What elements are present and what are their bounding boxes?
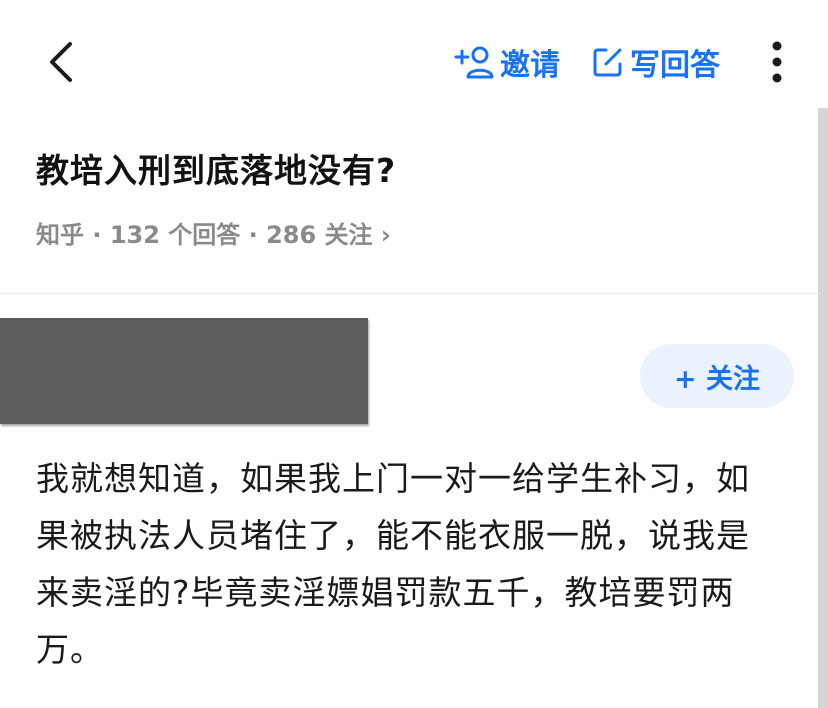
follow-button[interactable]: + 关注 [640, 344, 794, 408]
divider [0, 293, 820, 294]
chevron-left-icon [50, 42, 72, 82]
question-title[interactable]: 教培入刑到底落地没有? [36, 144, 396, 192]
edit-icon [593, 48, 622, 77]
top-bar: 邀请 写回答 [0, 0, 828, 120]
add-user-icon [454, 46, 494, 79]
write-answer-button[interactable]: 写回答 [592, 40, 720, 84]
redacted-author-info [0, 318, 368, 424]
more-options-button[interactable] [760, 38, 794, 86]
invite-button[interactable]: 邀请 [454, 40, 560, 84]
question-meta-link[interactable]: 知乎 · 132 个回答 · 286 关注 › [36, 215, 391, 250]
scrollbar[interactable] [818, 108, 828, 708]
invite-label: 邀请 [500, 48, 560, 83]
write-answer-label: 写回答 [630, 48, 720, 83]
more-vertical-icon [772, 41, 782, 83]
answer-body[interactable]: 我就想知道，如果我上门一对一给学生补习，如果被执法人员堵住了，能不能衣服一脱，说… [36, 450, 776, 678]
back-button[interactable] [40, 38, 84, 86]
question-page: 邀请 写回答 教培入刑到底落地没有? 知乎 · 132 个回答 · 286 关注… [0, 0, 828, 708]
